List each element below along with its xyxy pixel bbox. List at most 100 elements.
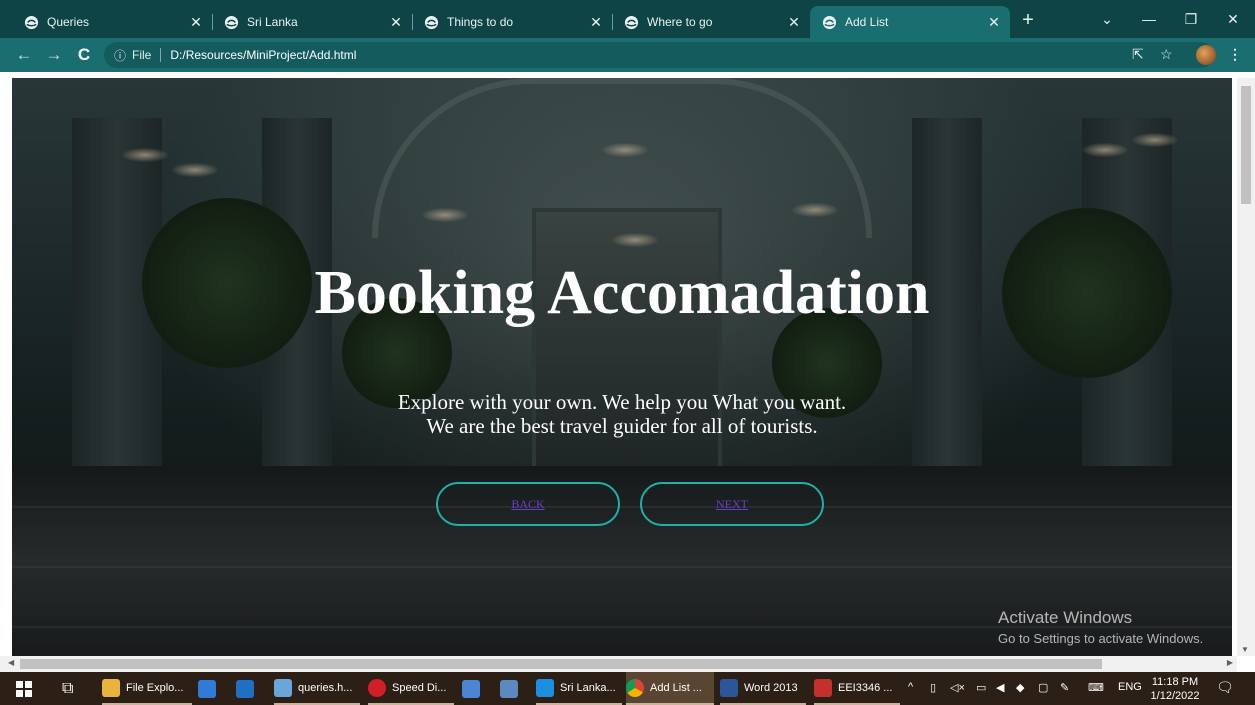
profile-avatar[interactable] [1196, 45, 1216, 65]
taskbar-notepad[interactable]: queries.h... [274, 672, 360, 705]
browser-tab-strip: Queries ✕ Sri Lanka ✕ Things to do ✕ Whe… [0, 0, 1255, 38]
bookmark-star-icon[interactable]: ☆ [1160, 46, 1173, 63]
battery-icon[interactable]: ▭ [976, 681, 986, 694]
tab-things-to-do[interactable]: Things to do ✕ [412, 6, 613, 38]
back-arrow-icon[interactable]: ← [12, 43, 36, 67]
url-text[interactable]: D:/Resources/MiniProject/Add.html [170, 48, 356, 62]
restore-button[interactable]: ❐ [1176, 8, 1206, 30]
taskbar-vscode[interactable]: Sri Lanka... [536, 672, 622, 705]
mute-icon[interactable]: ◁× [950, 681, 965, 694]
tab-close-icon[interactable]: ✕ [386, 14, 406, 31]
globe-icon [224, 15, 239, 29]
app-icon [462, 679, 480, 698]
horizontal-scrollbar[interactable]: ◀ ▶ [0, 656, 1237, 672]
reload-icon[interactable]: C [72, 43, 96, 67]
taskbar-word[interactable]: Word 2013 [720, 672, 806, 705]
taskbar-opera[interactable]: Speed Di... [368, 672, 454, 705]
info-icon[interactable]: ⓘ [114, 47, 126, 64]
tab-close-icon[interactable]: ✕ [784, 14, 804, 31]
taskbar-pdf[interactable]: EEI3346 ... [814, 672, 900, 705]
notepad-icon [274, 678, 292, 697]
windows-logo-icon [16, 680, 32, 697]
clock-time: 11:18 PM [1151, 676, 1199, 688]
system-clock[interactable]: 11:18 PM 1/12/2022 [1150, 675, 1200, 703]
tab-close-icon[interactable]: ✕ [984, 14, 1004, 31]
taskbar-item-label: queries.h... [298, 681, 353, 694]
vertical-scrollbar[interactable]: ▼ [1237, 78, 1255, 656]
taskbar-chrome[interactable]: Add List ... [626, 672, 714, 705]
page-subtitle-line-2: We are the best travel guider for all of… [426, 414, 818, 438]
menu-kebab-icon[interactable]: ⋮ [1228, 46, 1242, 63]
tab-sri-lanka[interactable]: Sri Lanka ✕ [212, 6, 413, 38]
minimize-button[interactable]: — [1134, 8, 1164, 30]
clock-date: 1/12/2022 [1150, 690, 1200, 702]
taskbar-file-explorer[interactable]: File Explo... [102, 672, 192, 705]
scroll-left-arrow-icon[interactable]: ◀ [8, 658, 14, 667]
taskbar-item-label: Word 2013 [744, 681, 798, 694]
browser-toolbar: ← → C ⓘ File D:/Resources/MiniProject/Ad… [0, 38, 1255, 72]
page-subtitle-line-1: Explore with your own. We help you What … [397, 390, 847, 414]
tab-title: Things to do [447, 15, 514, 29]
page-headline: Booking Accomadation [314, 259, 930, 327]
back-button[interactable]: BACK [436, 482, 620, 526]
tab-title: Where to go [647, 15, 713, 29]
show-hidden-icons-icon[interactable]: ^ [908, 681, 913, 693]
taskbar-item-label: File Explo... [126, 681, 184, 694]
horizontal-scroll-thumb[interactable] [20, 659, 1102, 669]
notifications-icon[interactable]: 🗨 [1216, 679, 1234, 696]
taskbar-item-label: EEI3346 ... [838, 681, 893, 694]
network-icon[interactable]: ◆ [1016, 681, 1024, 694]
tab-close-icon[interactable]: ✕ [186, 14, 206, 31]
taskbar-app[interactable] [500, 672, 524, 705]
next-button[interactable]: NEXT [640, 482, 824, 526]
word-icon [720, 678, 738, 697]
vertical-scroll-thumb[interactable] [1241, 86, 1251, 204]
windows-taskbar: ⧉ File Explo... queries.h... Speed Di...… [0, 672, 1255, 705]
taskbar-store[interactable] [198, 672, 222, 705]
taskbar-item-label: Add List ... [650, 681, 702, 694]
folder-icon [102, 678, 120, 697]
globe-icon [822, 15, 837, 29]
hero-section: Booking Accomadation Explore with your o… [12, 78, 1232, 656]
close-window-button[interactable]: ✕ [1218, 8, 1248, 30]
activate-windows-title: Activate Windows [998, 608, 1133, 627]
globe-icon [424, 15, 439, 29]
pdf-icon [814, 678, 832, 697]
display-icon[interactable]: ▢ [1038, 681, 1048, 694]
activate-windows-subtitle: Go to Settings to activate Windows. [998, 631, 1204, 646]
device-icon[interactable]: ▯ [930, 681, 936, 694]
keyboard-icon[interactable]: ⌨ [1088, 681, 1104, 694]
task-view-icon[interactable]: ⧉ [62, 672, 73, 705]
language-indicator[interactable]: ENG [1118, 681, 1142, 693]
forward-arrow-icon[interactable]: → [42, 43, 66, 67]
site-info-label: File [132, 48, 152, 62]
pen-icon[interactable]: ✎ [1060, 681, 1069, 694]
taskbar-item-label: Speed Di... [392, 681, 447, 694]
taskbar-mail[interactable] [236, 672, 260, 705]
start-button[interactable] [16, 672, 32, 705]
mail-icon [236, 679, 254, 698]
new-tab-button[interactable]: + [1016, 10, 1040, 32]
tab-queries[interactable]: Queries ✕ [0, 6, 213, 38]
tab-add-list[interactable]: Add List ✕ [810, 6, 1010, 38]
speaker-icon[interactable]: ◀ [996, 681, 1004, 694]
opera-icon [368, 678, 386, 697]
taskbar-app[interactable] [462, 672, 486, 705]
taskbar-item-label: Sri Lanka... [560, 681, 616, 694]
chrome-icon [626, 678, 644, 697]
address-bar[interactable]: ⓘ File D:/Resources/MiniProject/Add.html [104, 42, 1214, 68]
scroll-right-arrow-icon[interactable]: ▶ [1227, 658, 1233, 667]
share-icon[interactable]: ⇱ [1132, 46, 1144, 63]
tab-title: Add List [845, 15, 889, 29]
store-icon [198, 679, 216, 698]
globe-icon [24, 15, 39, 29]
vscode-icon [536, 678, 554, 697]
app-icon [500, 679, 518, 698]
tab-where-to-go[interactable]: Where to go ✕ [612, 6, 810, 38]
tab-search-chevron-icon[interactable]: ⌄ [1092, 8, 1122, 30]
tab-title: Queries [47, 15, 90, 29]
scroll-down-arrow-icon[interactable]: ▼ [1241, 645, 1249, 654]
address-divider [160, 48, 162, 62]
tab-title: Sri Lanka [247, 15, 298, 29]
tab-close-icon[interactable]: ✕ [586, 14, 606, 31]
